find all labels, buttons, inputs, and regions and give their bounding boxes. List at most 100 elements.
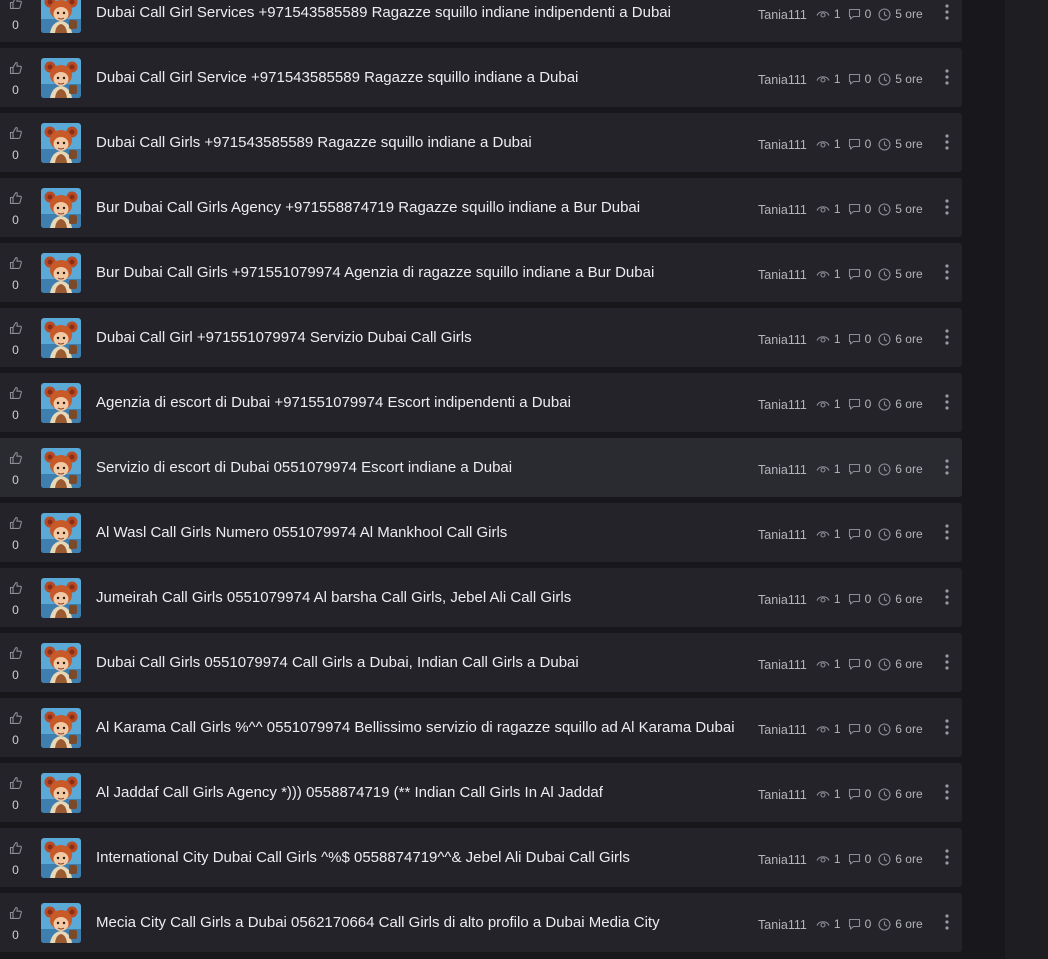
avatar[interactable] [41, 123, 81, 163]
topic-row[interactable]: 0 Dubai Call Girl Service +971543585589 … [0, 48, 962, 107]
author-name[interactable]: Tania111 [758, 138, 807, 152]
vote-count: 0 [12, 18, 19, 32]
topic-title-link[interactable]: Bur Dubai Call Girls Agency +97155887471… [96, 199, 751, 217]
avatar[interactable] [41, 188, 81, 228]
avatar[interactable] [41, 708, 81, 748]
author-name[interactable]: Tania111 [758, 593, 807, 607]
more-vertical-icon[interactable] [939, 847, 955, 867]
thumbs-up-icon[interactable] [9, 906, 23, 920]
topic-title-link[interactable]: Al Wasl Call Girls Numero 0551079974 Al … [96, 524, 751, 542]
topic-title-link[interactable]: Mecia City Call Girls a Dubai 0562170664… [96, 914, 751, 932]
more-vertical-icon[interactable] [939, 782, 955, 802]
topic-title-link[interactable]: International City Dubai Call Girls ^%$ … [96, 849, 751, 867]
comments-stat: 0 [848, 267, 871, 281]
thumbs-up-icon[interactable] [9, 776, 23, 790]
author-name[interactable]: Tania111 [758, 73, 807, 87]
age-stat: 6 ore [878, 527, 923, 541]
topic-row[interactable]: 0 Al Wasl Call Girls Numero 0551079974 A… [0, 503, 962, 562]
author-name[interactable]: Tania111 [758, 268, 807, 282]
author-name[interactable]: Tania111 [758, 398, 807, 412]
topic-row[interactable]: 0 Servizio di escort di Dubai 0551079974 [0, 438, 962, 497]
topic-row[interactable]: 0 Dubai Call Girls 0551079974 Call Girls [0, 633, 962, 692]
thumbs-up-icon[interactable] [9, 581, 23, 595]
author-name[interactable]: Tania111 [758, 528, 807, 542]
thumbs-up-icon[interactable] [9, 126, 23, 140]
topic-row[interactable]: 0 Dubai Call Girl Services +971543585589 [0, 0, 962, 42]
topic-row[interactable]: 0 Al Karama Call Girls %^^ 0551079974 Be… [0, 698, 962, 757]
topic-title-link[interactable]: Dubai Call Girls +971543585589 Ragazze s… [96, 134, 751, 152]
author-name[interactable]: Tania111 [758, 723, 807, 737]
author-name[interactable]: Tania111 [758, 658, 807, 672]
comments-stat: 0 [848, 202, 871, 216]
author-name[interactable]: Tania111 [758, 853, 807, 867]
eye-icon [816, 531, 830, 538]
topic-title-link[interactable]: Bur Dubai Call Girls +971551079974 Agenz… [96, 264, 751, 282]
thumbs-up-icon[interactable] [9, 451, 23, 465]
avatar[interactable] [41, 318, 81, 358]
more-vertical-icon[interactable] [939, 392, 955, 412]
topic-row[interactable]: 0 Dubai Call Girl +971551079974 Servizio [0, 308, 962, 367]
topic-row[interactable]: 0 International City Dubai Call Girls ^%… [0, 828, 962, 887]
author-name[interactable]: Tania111 [758, 8, 807, 22]
author-name[interactable]: Tania111 [758, 333, 807, 347]
more-vertical-icon[interactable] [939, 132, 955, 152]
topic-title-link[interactable]: Agenzia di escort di Dubai +971551079974… [96, 394, 751, 412]
topic-title-link[interactable]: Dubai Call Girl +971551079974 Servizio D… [96, 329, 751, 347]
topic-title-link[interactable]: Al Karama Call Girls %^^ 0551079974 Bell… [96, 719, 751, 737]
thumbs-up-icon[interactable] [9, 321, 23, 335]
author-name[interactable]: Tania111 [758, 203, 807, 217]
more-vertical-icon[interactable] [939, 327, 955, 347]
avatar[interactable] [41, 383, 81, 423]
more-vertical-icon[interactable] [939, 457, 955, 477]
topic-row[interactable]: 0 Agenzia di escort di Dubai +9715510799… [0, 373, 962, 432]
avatar[interactable] [41, 578, 81, 618]
topic-title-link[interactable]: Al Jaddaf Call Girls Agency *))) 0558874… [96, 784, 751, 802]
thumbs-up-icon[interactable] [9, 61, 23, 75]
avatar[interactable] [41, 643, 81, 683]
topic-row[interactable]: 0 Bur Dubai Call Girls Agency +971558874… [0, 178, 962, 237]
more-vertical-icon[interactable] [939, 197, 955, 217]
topic-title-link[interactable]: Servizio di escort di Dubai 0551079974 E… [96, 459, 751, 477]
vote-count: 0 [12, 83, 19, 97]
topic-title-link[interactable]: Jumeirah Call Girls 0551079974 Al barsha… [96, 589, 751, 607]
author-name[interactable]: Tania111 [758, 463, 807, 477]
more-vertical-icon[interactable] [939, 67, 955, 87]
more-vertical-icon[interactable] [939, 587, 955, 607]
avatar[interactable] [41, 773, 81, 813]
thumbs-up-icon[interactable] [9, 191, 23, 205]
avatar[interactable] [41, 903, 81, 943]
topic-row[interactable]: 0 Al Jaddaf Call Girls Agency *))) 05588… [0, 763, 962, 822]
topic-row[interactable]: 0 Jumeirah Call Girls 0551079974 Al bars… [0, 568, 962, 627]
topic-row[interactable]: 0 Bur Dubai Call Girls +971551079974 Age… [0, 243, 962, 302]
more-vertical-icon[interactable] [939, 262, 955, 282]
topic-row[interactable]: 0 Dubai Call Girls +971543585589 Ragazze [0, 113, 962, 172]
avatar[interactable] [41, 253, 81, 293]
author-name[interactable]: Tania111 [758, 918, 807, 932]
vote-count: 0 [12, 148, 19, 162]
thumbs-up-icon[interactable] [9, 386, 23, 400]
avatar[interactable] [41, 0, 81, 33]
more-vertical-icon[interactable] [939, 522, 955, 542]
thumbs-up-icon[interactable] [9, 841, 23, 855]
topic-row[interactable]: 0 Mecia City Call Girls a Dubai 05621706… [0, 893, 962, 952]
thumbs-up-icon[interactable] [9, 646, 23, 660]
thumbs-up-icon[interactable] [9, 711, 23, 725]
more-vertical-icon[interactable] [939, 717, 955, 737]
topic-title-link[interactable]: Dubai Call Girl Services +971543585589 R… [96, 4, 751, 22]
thumbs-up-icon[interactable] [9, 516, 23, 530]
thumbs-up-icon[interactable] [9, 0, 23, 10]
avatar[interactable] [41, 838, 81, 878]
vote-count: 0 [12, 343, 19, 357]
avatar[interactable] [41, 58, 81, 98]
clock-icon [878, 657, 891, 671]
avatar[interactable] [41, 448, 81, 488]
more-vertical-icon[interactable] [939, 912, 955, 932]
views-count: 1 [833, 527, 841, 541]
topic-title-link[interactable]: Dubai Call Girl Service +971543585589 Ra… [96, 69, 751, 87]
more-vertical-icon[interactable] [939, 2, 955, 22]
author-name[interactable]: Tania111 [758, 788, 807, 802]
topic-title-link[interactable]: Dubai Call Girls 0551079974 Call Girls a… [96, 654, 751, 672]
thumbs-up-icon[interactable] [9, 256, 23, 270]
more-vertical-icon[interactable] [939, 652, 955, 672]
avatar[interactable] [41, 513, 81, 553]
